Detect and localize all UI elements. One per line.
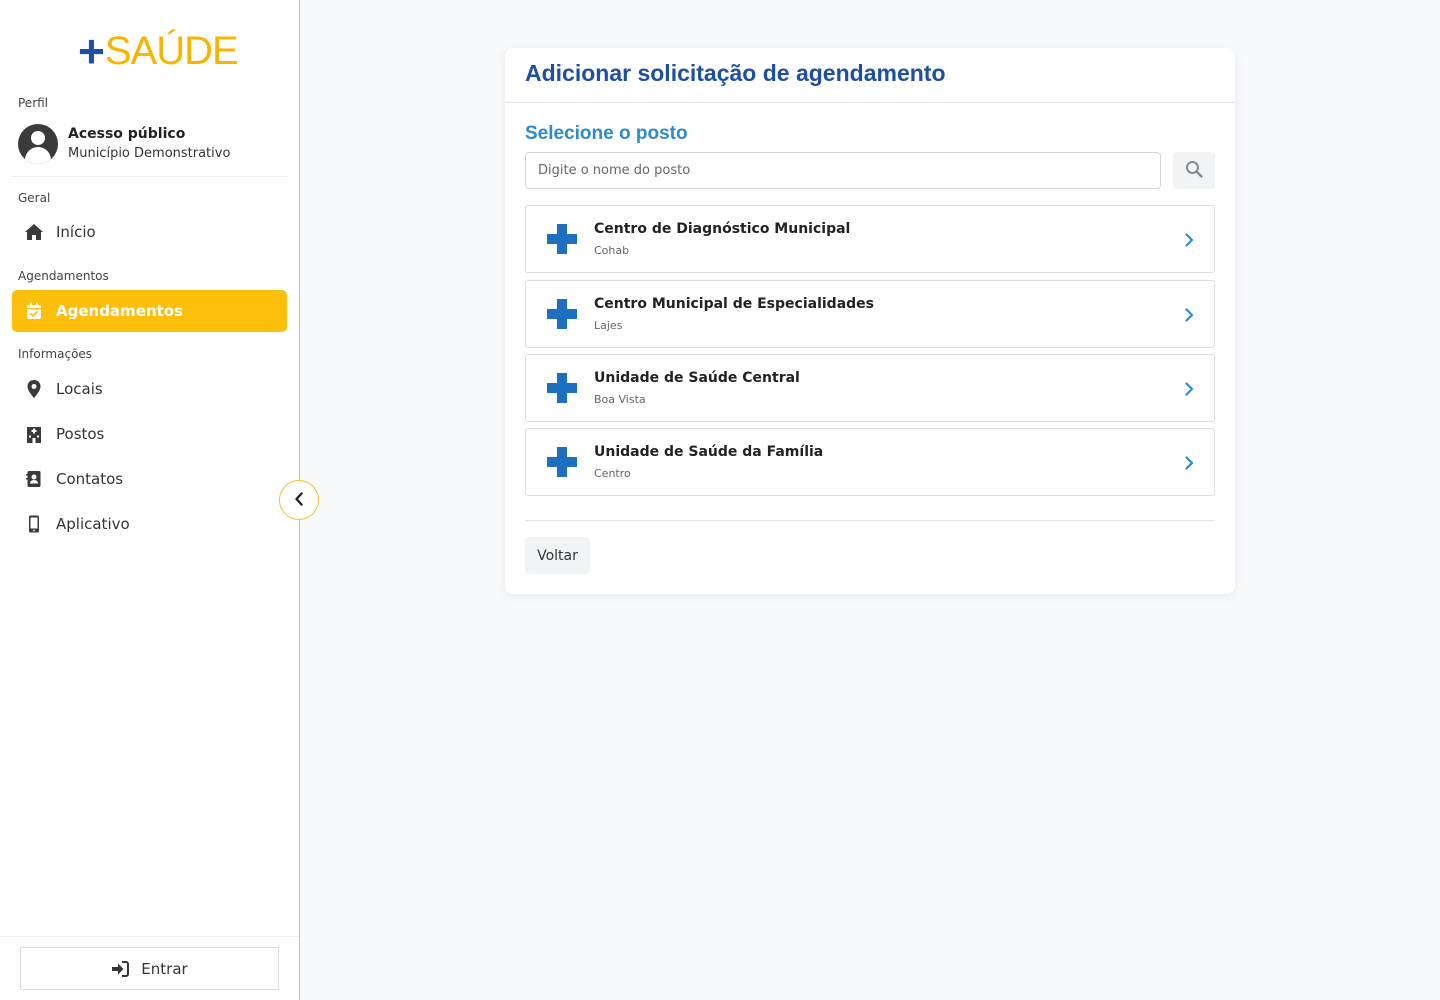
profile-block: Acesso público Município Demonstrativo (18, 122, 288, 166)
profile-city: Município Demonstrativo (68, 146, 231, 161)
medical-cross-icon (547, 299, 577, 329)
logo-plus: + (78, 25, 105, 77)
medical-cross-icon (547, 373, 577, 403)
sidebar-item-aplicativo[interactable]: Aplicativo (12, 503, 287, 545)
home-icon (24, 222, 44, 242)
select-posto-title: Selecione o posto (525, 123, 688, 144)
login-button[interactable]: Entrar (20, 947, 279, 990)
posto-list-item[interactable]: Centro de Diagnóstico Municipal Cohab (525, 205, 1215, 273)
chevron-left-icon (294, 491, 304, 510)
back-button[interactable]: Voltar (525, 537, 590, 574)
chevron-right-icon (1185, 456, 1194, 470)
profile-divider (12, 176, 288, 177)
posto-list-item[interactable]: Unidade de Saúde da Família Centro (525, 428, 1215, 496)
section-label-geral: Geral (18, 191, 51, 205)
sidebar-item-agendamentos[interactable]: Agendamentos (12, 290, 287, 332)
chevron-right-icon (1185, 308, 1194, 322)
sidebar: + SAÚDE Perfil Acesso público Município … (0, 0, 300, 1000)
medical-cross-icon (547, 224, 577, 254)
sidebar-item-locais[interactable]: Locais (12, 368, 287, 410)
posto-name: Centro Municipal de Especialidades (594, 296, 874, 312)
search-button[interactable] (1173, 152, 1215, 189)
chevron-right-icon (1185, 382, 1194, 396)
card-footer-divider (525, 520, 1215, 521)
card-header-divider (505, 102, 1235, 103)
posto-list-item[interactable]: Unidade de Saúde Central Boa Vista (525, 354, 1215, 422)
sidebar-item-label: Início (56, 223, 96, 241)
sidebar-item-label: Aplicativo (56, 515, 130, 533)
login-label: Entrar (141, 959, 188, 978)
agendamento-card: Adicionar solicitação de agendamento Sel… (505, 48, 1235, 594)
sidebar-item-postos[interactable]: Postos (12, 413, 287, 455)
posto-name: Centro de Diagnóstico Municipal (594, 221, 851, 237)
posto-bairro: Boa Vista (594, 393, 646, 406)
map-marker-icon (24, 379, 44, 399)
avatar-icon (18, 124, 58, 164)
sidebar-item-inicio[interactable]: Início (12, 211, 287, 253)
section-label-perfil: Perfil (18, 96, 49, 110)
posto-bairro: Centro (594, 467, 631, 480)
sidebar-item-label: Agendamentos (56, 302, 183, 320)
posto-list-item[interactable]: Centro Municipal de Especialidades Lajes (525, 280, 1215, 348)
sidebar-footer-divider (0, 936, 299, 937)
posto-bairro: Lajes (594, 319, 623, 332)
search-posto-input[interactable] (525, 152, 1161, 189)
sidebar-item-contatos[interactable]: Contatos (12, 458, 287, 500)
posto-name: Unidade de Saúde da Família (594, 444, 824, 460)
logo-word: SAÚDE (104, 29, 239, 73)
mobile-phone-icon (24, 514, 44, 534)
collapse-sidebar-button[interactable] (279, 480, 319, 520)
address-book-icon (24, 469, 44, 489)
posto-bairro: Cohab (594, 244, 630, 257)
posto-name: Unidade de Saúde Central (594, 370, 800, 386)
sign-in-icon (111, 960, 130, 977)
section-label-informacoes: Informações (18, 347, 93, 361)
sidebar-item-label: Contatos (56, 470, 124, 488)
medical-cross-icon (547, 447, 577, 477)
search-icon (1185, 160, 1203, 182)
calendar-check-icon (24, 301, 44, 321)
section-label-agendamentos: Agendamentos (18, 269, 109, 283)
page-title: Adicionar solicitação de agendamento (525, 60, 946, 86)
hospital-building-icon (24, 424, 44, 444)
chevron-right-icon (1185, 233, 1194, 247)
brand-logo[interactable]: + SAÚDE (78, 25, 239, 77)
sidebar-item-label: Locais (56, 380, 103, 398)
profile-name: Acesso público (68, 126, 186, 142)
sidebar-item-label: Postos (56, 425, 105, 443)
